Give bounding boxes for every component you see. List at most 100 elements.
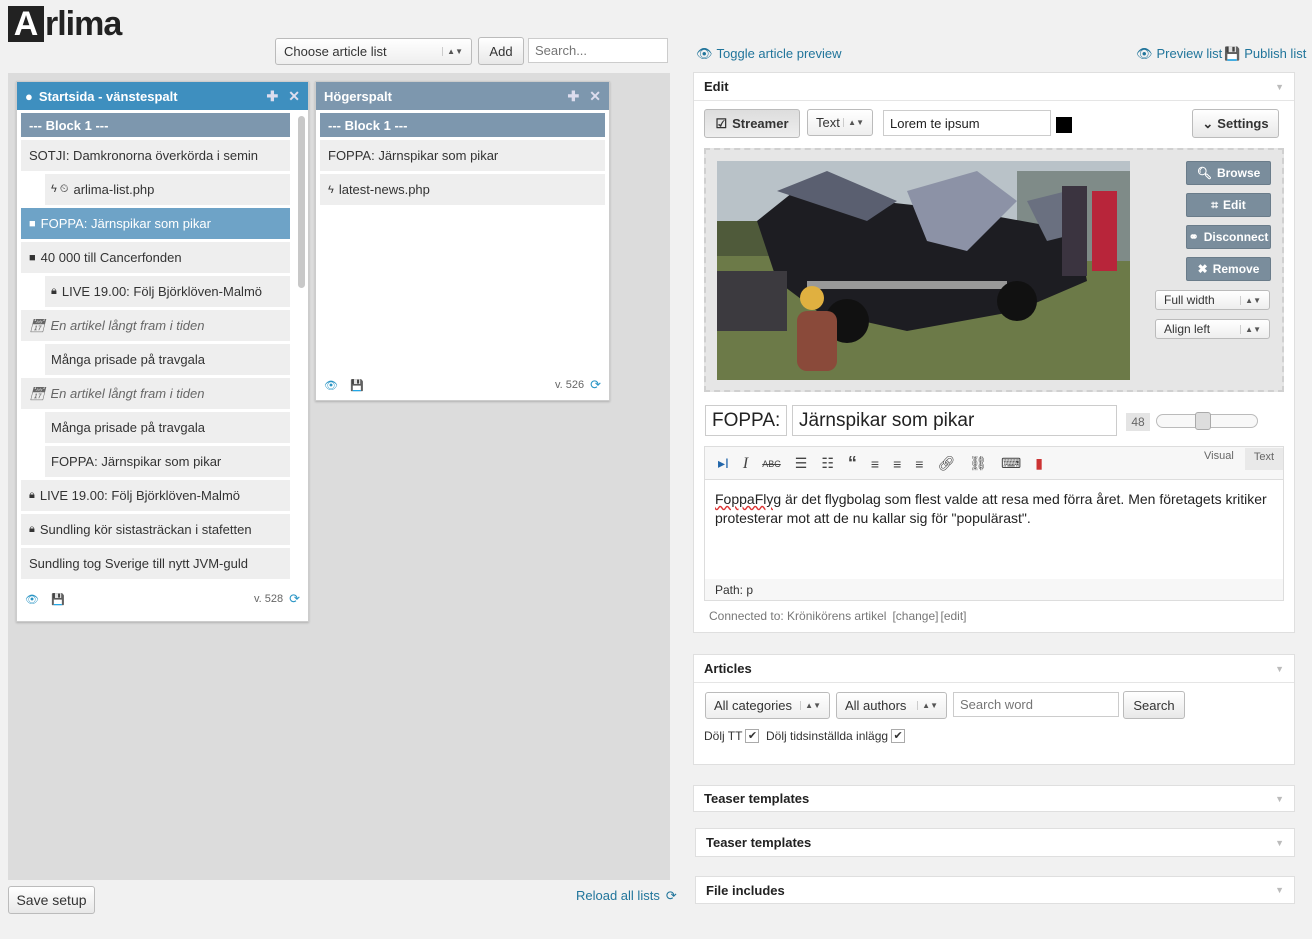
list-item[interactable]: ϟ ⏲ arlima-list.php <box>45 174 290 205</box>
editor-toolbar: ▸I I ABC ☰ ☷ “ ≡ ≡ ≡ 🔗︎ ⛓ ⌨ ▮ <box>718 453 1043 474</box>
tab-text[interactable]: Text <box>1245 448 1283 470</box>
streamer-color-swatch[interactable] <box>1056 117 1072 133</box>
refresh-icon[interactable]: ⟳ <box>590 377 601 393</box>
teaser-templates-panel-2[interactable]: Teaser templates ▼ <box>695 828 1295 857</box>
list-header[interactable]: ● Startsida - vänstespalt ✚ ✕ <box>17 82 308 110</box>
dot-icon: ● <box>25 88 33 104</box>
refresh-icon: ⟳ <box>665 888 677 903</box>
preview-list-link[interactable]: 👁 Preview list <box>1136 46 1222 62</box>
file-includes-panel[interactable]: File includes ▼ <box>695 876 1295 904</box>
list-item[interactable]: ■ FOPPA: Järnspikar som pikar <box>21 208 290 239</box>
list-footer: 👁 💾 v. 528 ⟳ <box>25 591 300 607</box>
edit-image-button[interactable]: ⌗ Edit <box>1186 193 1271 217</box>
bullet-list-icon[interactable]: ☰ <box>795 455 808 472</box>
title-prefix-input[interactable]: FOPPA: <box>705 405 787 436</box>
edit-link[interactable]: [edit] <box>940 609 966 623</box>
save-icon[interactable]: 💾 <box>51 593 65 606</box>
lock-icon: 🔒︎ <box>29 489 35 501</box>
disconnect-image-button[interactable]: ⚭ Disconnect <box>1186 225 1271 249</box>
streamer-text-input[interactable]: Lorem te ipsum <box>883 110 1051 136</box>
strikethrough-icon[interactable]: ABC <box>762 459 781 469</box>
settings-button[interactable]: ⌄ Settings <box>1192 109 1279 138</box>
list-footer: 👁 💾 v. 526 ⟳ <box>324 377 601 393</box>
align-right-icon[interactable]: ≡ <box>915 456 923 472</box>
refresh-icon[interactable]: ⟳ <box>289 591 300 607</box>
article-search-button[interactable]: Search <box>1123 691 1185 719</box>
list-block-header[interactable]: --- Block 1 --- <box>320 113 605 137</box>
list-item[interactable]: FOPPA: Järnspikar som pikar <box>45 446 290 477</box>
unlink-icon[interactable]: ⛓ <box>969 455 987 472</box>
editor-body[interactable]: FoppaFlyg är det flygbolag som flest val… <box>705 479 1283 579</box>
teaser-templates-panel[interactable]: Teaser templates ▼ <box>693 785 1295 812</box>
select-arrows-icon: ▲▼ <box>1240 295 1261 305</box>
list-item[interactable]: Många prisade på travgala <box>45 412 290 443</box>
align-center-icon[interactable]: ≡ <box>893 456 901 472</box>
add-icon[interactable]: ✚ <box>267 88 279 105</box>
list-item[interactable]: 🔒︎ Sundling kör sistasträckan i stafetten <box>21 514 290 545</box>
font-size-slider[interactable] <box>1156 412 1258 430</box>
save-icon[interactable]: 💾 <box>350 379 364 392</box>
list-item[interactable]: ■ 40 000 till Cancerfonden <box>21 242 290 273</box>
align-left-icon[interactable]: ≡ <box>871 456 879 472</box>
article-list-left[interactable]: ● Startsida - vänstespalt ✚ ✕ --- Block 1 … <box>16 81 309 622</box>
author-select[interactable]: All authors ▲▼ <box>836 692 947 719</box>
browse-image-button[interactable]: 🔍︎ Browse <box>1186 161 1271 185</box>
list-item[interactable]: FOPPA: Järnspikar som pikar <box>320 140 605 171</box>
collapse-icon[interactable]: ▼ <box>1275 794 1284 804</box>
collapse-icon[interactable]: ▼ <box>1275 664 1284 674</box>
image-align-select[interactable]: Align left ▲▼ <box>1155 319 1270 339</box>
tab-visual[interactable]: Visual <box>1204 450 1234 462</box>
change-link[interactable]: [change] <box>892 609 938 623</box>
link-icon[interactable]: 🔗︎ <box>937 455 955 472</box>
hide-tt-checkbox[interactable]: ✔ <box>745 729 760 743</box>
list-item[interactable]: 🔒︎ LIVE 19.00: Följ Björklöven-Malmö <box>21 480 290 511</box>
articles-box-header[interactable]: Articles ▼ <box>694 655 1294 683</box>
close-icon[interactable]: ✕ <box>589 88 601 105</box>
close-icon[interactable]: ✕ <box>288 88 300 105</box>
collapse-icon[interactable]: ▼ <box>1275 838 1284 848</box>
eye-icon[interactable]: 👁 <box>324 379 338 392</box>
add-list-button[interactable]: Add <box>478 37 524 65</box>
chart-icon[interactable]: ▮ <box>1035 455 1043 472</box>
publish-list-link[interactable]: 💾 Publish list <box>1224 46 1306 62</box>
list-item[interactable]: 🔒︎ LIVE 19.00: Följ Björklöven-Malmö <box>45 276 290 307</box>
eye-icon[interactable]: 👁 <box>25 593 39 606</box>
reload-all-lists-link[interactable]: Reload all lists ⟳ <box>576 888 677 904</box>
choose-article-list-select[interactable]: Choose article list ▲▼ <box>275 38 472 65</box>
blockquote-icon[interactable]: “ <box>848 453 857 474</box>
list-item[interactable]: 📅︎ En artikel långt fram i tiden <box>21 310 290 341</box>
italic-icon[interactable]: I <box>743 455 748 473</box>
edit-box-header[interactable]: Edit ▼ <box>694 73 1294 101</box>
save-setup-button[interactable]: Save setup <box>8 886 95 914</box>
image-size-select[interactable]: Full width ▲▼ <box>1155 290 1270 310</box>
scrollbar[interactable] <box>298 116 305 288</box>
list-block-header[interactable]: --- Block 1 --- <box>21 113 290 137</box>
hide-tt-option[interactable]: Dölj TT ✔ <box>704 729 760 743</box>
numbered-list-icon[interactable]: ☷ <box>821 455 834 472</box>
toggle-article-preview-link[interactable]: 👁 Toggle article preview <box>696 46 842 62</box>
hide-scheduled-option[interactable]: Dölj tidsinställda inlägg ✔ <box>766 729 906 743</box>
title-input[interactable]: Järnspikar som pikar <box>792 405 1117 436</box>
list-item-label: LIVE 19.00: Följ Björklöven-Malmö <box>39 488 241 503</box>
list-header[interactable]: Högerspalt ✚ ✕ <box>316 82 609 110</box>
list-item[interactable]: Sundling tog Sverige till nytt JVM-guld <box>21 548 290 579</box>
collapse-icon[interactable]: ▼ <box>1275 82 1284 92</box>
streamer-toggle-button[interactable]: ☑ Streamer <box>704 109 800 138</box>
article-list-right[interactable]: Högerspalt ✚ ✕ --- Block 1 --- FOPPA: Järn… <box>315 81 610 401</box>
square-icon: ■ <box>29 217 36 230</box>
list-search-input[interactable] <box>528 38 668 63</box>
category-select[interactable]: All categories ▲▼ <box>705 692 830 719</box>
collapse-icon[interactable]: ▼ <box>1275 885 1284 895</box>
list-item[interactable]: ϟ latest-news.php <box>320 174 605 205</box>
list-item[interactable]: 📅︎ En artikel långt fram i tiden <box>21 378 290 409</box>
toggle-toolbar-icon[interactable]: ▸I <box>718 455 729 472</box>
remove-image-button[interactable]: ✖ Remove <box>1186 257 1271 281</box>
add-icon[interactable]: ✚ <box>568 88 580 105</box>
hide-scheduled-checkbox[interactable]: ✔ <box>891 729 906 743</box>
list-item[interactable]: Många prisade på travgala <box>45 344 290 375</box>
streamer-type-select[interactable]: Text ▲▼ <box>807 109 873 136</box>
article-search-input[interactable] <box>953 692 1119 717</box>
slider-handle[interactable] <box>1195 412 1211 430</box>
keyboard-icon[interactable]: ⌨ <box>1001 455 1021 472</box>
list-item[interactable]: SOTJI: Damkronorna överkörda i semin <box>21 140 290 171</box>
